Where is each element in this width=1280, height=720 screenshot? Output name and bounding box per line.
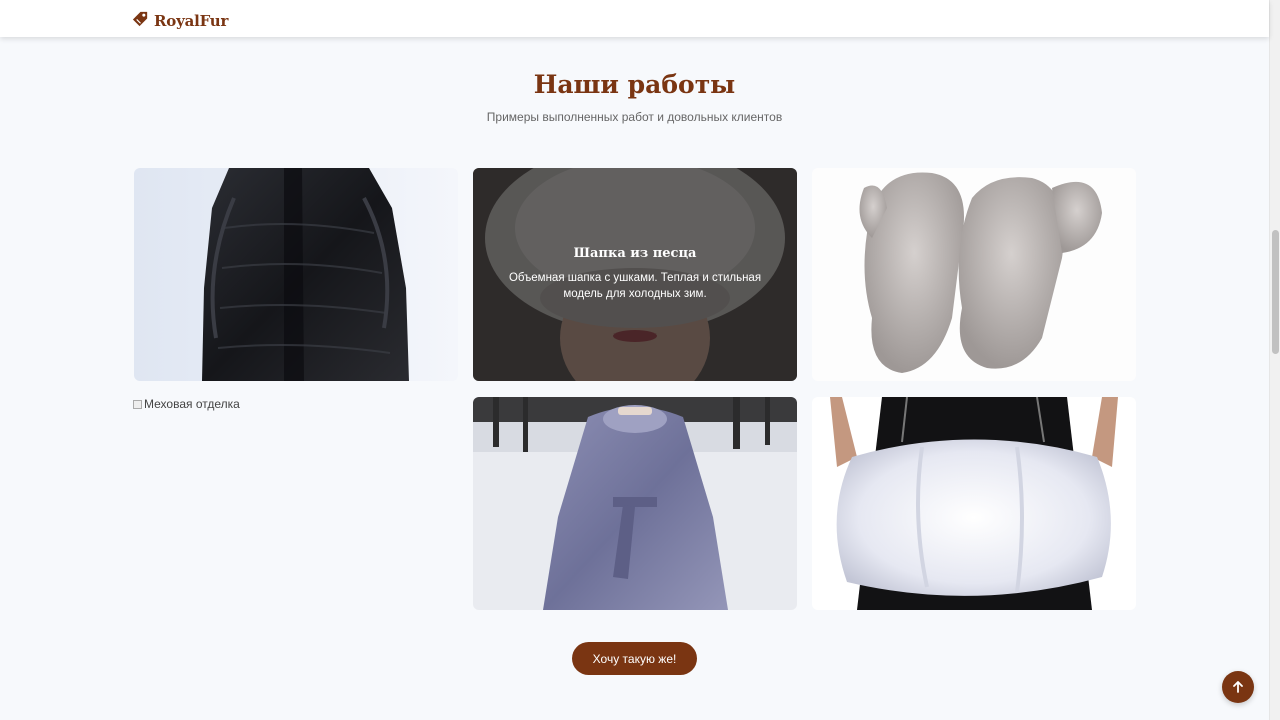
arrow-up-icon <box>1232 678 1244 697</box>
broken-image-alt: Меховая отделка <box>144 397 240 411</box>
gallery-item-description: Объемная шапка с ушками. Теплая и стильн… <box>508 272 762 300</box>
top-navbar: RoyalFur <box>0 0 1269 37</box>
gallery-item-fox-hat[interactable]: Шапка из песца Объемная шапка с ушками. … <box>473 168 797 381</box>
broken-image-icon <box>133 399 142 409</box>
order-similar-button[interactable]: Хочу такую же! <box>572 642 697 675</box>
brand-logo[interactable]: RoyalFur <box>131 9 228 32</box>
gallery-item-overlay: Шапка из песца Объемная шапка с ушками. … <box>473 168 797 381</box>
page-scrollbar[interactable] <box>1269 0 1280 720</box>
brand-name: RoyalFur <box>154 11 229 30</box>
gallery-item-fur-mittens[interactable] <box>812 168 1136 381</box>
tag-icon <box>131 9 150 32</box>
section-subtitle: Примеры выполненных работ и довольных кл… <box>486 110 783 124</box>
scrollbar-thumb[interactable] <box>1272 230 1279 354</box>
gallery-item-blue-mink-coat[interactable] <box>473 397 797 610</box>
gallery-item-fur-trim[interactable]: Меховая отделка <box>133 397 240 411</box>
section-title: Наши работы <box>533 70 736 99</box>
gallery-item-fox-muff[interactable] <box>812 397 1136 610</box>
mink-coat-image <box>134 168 458 381</box>
blue-mink-coat-image <box>473 397 797 610</box>
fox-muff-image <box>812 397 1136 610</box>
gallery-item-title: Шапка из песца <box>573 246 697 261</box>
gallery-item-mink-coat[interactable] <box>134 168 458 381</box>
scroll-to-top-button[interactable] <box>1222 671 1254 703</box>
fur-mittens-image <box>812 168 1136 381</box>
